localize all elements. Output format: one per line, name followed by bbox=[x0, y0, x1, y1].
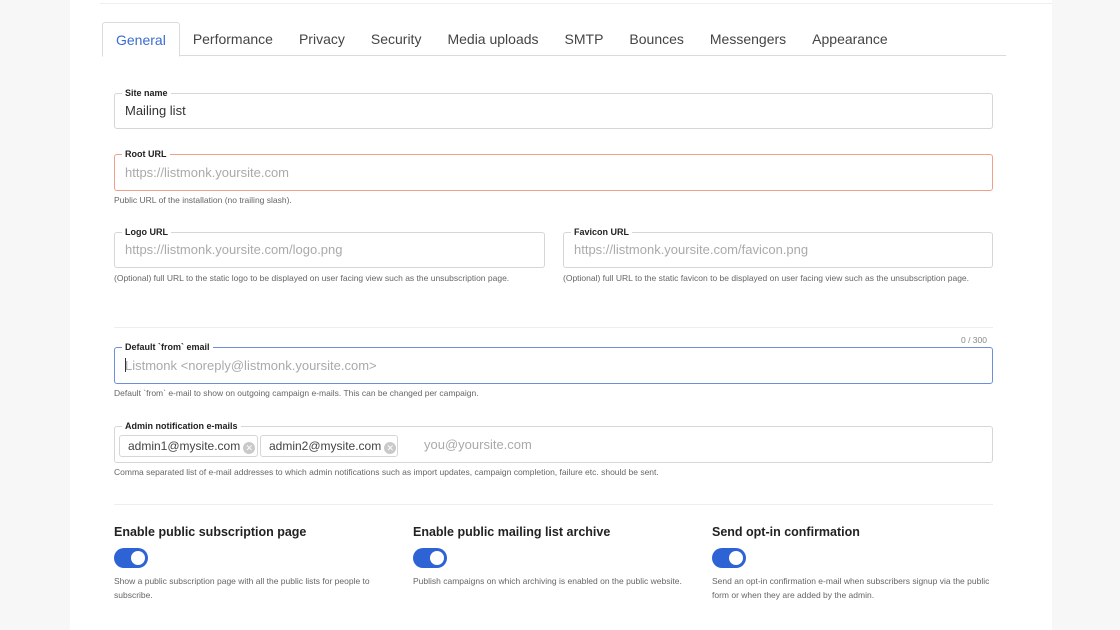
root-url-field[interactable]: Root URL https://listmonk.yoursite.com bbox=[114, 147, 993, 191]
favicon-url-placeholder: https://listmonk.yoursite.com/favicon.pn… bbox=[574, 242, 809, 257]
logo-url-placeholder: https://listmonk.yoursite.com/logo.png bbox=[125, 242, 343, 257]
tab-privacy[interactable]: Privacy bbox=[286, 22, 358, 56]
section-divider bbox=[114, 327, 993, 328]
logo-url-field[interactable]: Logo URL https://listmonk.yoursite.com/l… bbox=[114, 225, 545, 268]
public-subscription-title: Enable public subscription page bbox=[114, 525, 307, 539]
root-url-help: Public URL of the installation (no trail… bbox=[114, 195, 292, 205]
optin-confirmation-help: Send an opt-in confirmation e-mail when … bbox=[712, 576, 990, 600]
tab-messengers[interactable]: Messengers bbox=[697, 22, 799, 56]
tab-performance[interactable]: Performance bbox=[180, 22, 286, 56]
public-archive-toggle[interactable] bbox=[413, 548, 447, 568]
tab-smtp[interactable]: SMTP bbox=[552, 22, 617, 56]
admin-emails-label: Admin notification e-mails bbox=[122, 419, 241, 433]
text-caret bbox=[125, 358, 126, 372]
top-divider bbox=[100, 3, 1052, 4]
section-divider bbox=[114, 504, 993, 505]
from-email-counter: 0 / 300 bbox=[961, 335, 987, 345]
root-url-placeholder: https://listmonk.yoursite.com bbox=[125, 165, 289, 180]
optin-confirmation-toggle[interactable] bbox=[712, 548, 746, 568]
public-subscription-toggle[interactable] bbox=[114, 548, 148, 568]
admin-emails-help: Comma separated list of e-mail addresses… bbox=[114, 467, 659, 477]
admin-emails-field[interactable]: Admin notification e-mails admin1@mysite… bbox=[114, 419, 993, 463]
tab-general[interactable]: General bbox=[102, 22, 180, 57]
logo-url-help: (Optional) full URL to the static logo t… bbox=[114, 273, 510, 283]
email-tag: admin2@mysite.com ✕ bbox=[260, 435, 398, 457]
favicon-url-help: (Optional) full URL to the static favico… bbox=[563, 273, 970, 283]
tab-security[interactable]: Security bbox=[358, 22, 435, 56]
tab-appearance[interactable]: Appearance bbox=[799, 22, 901, 56]
settings-tabs: General Performance Privacy Security Med… bbox=[102, 22, 1006, 57]
admin-emails-placeholder: you@yoursite.com bbox=[424, 437, 532, 452]
favicon-url-field[interactable]: Favicon URL https://listmonk.yoursite.co… bbox=[563, 225, 993, 268]
site-name-field[interactable]: Site name Mailing list bbox=[114, 86, 993, 129]
remove-tag-icon[interactable]: ✕ bbox=[384, 442, 397, 454]
email-tag-label: admin2@mysite.com bbox=[269, 439, 382, 453]
email-tag-label: admin1@mysite.com bbox=[128, 439, 241, 453]
from-email-placeholder: Listmonk <noreply@listmonk.yoursite.com> bbox=[125, 358, 377, 373]
tab-media-uploads[interactable]: Media uploads bbox=[434, 22, 551, 56]
tab-bounces[interactable]: Bounces bbox=[616, 22, 696, 56]
from-email-help: Default `from` e-mail to show on outgoin… bbox=[114, 388, 479, 398]
optin-confirmation-title: Send opt-in confirmation bbox=[712, 525, 860, 539]
public-archive-title: Enable public mailing list archive bbox=[413, 525, 611, 539]
site-name-value: Mailing list bbox=[125, 103, 186, 118]
remove-tag-icon[interactable]: ✕ bbox=[243, 442, 256, 454]
from-email-field[interactable]: Default `from` email Listmonk <noreply@l… bbox=[114, 340, 993, 384]
email-tag: admin1@mysite.com ✕ bbox=[119, 435, 258, 457]
public-subscription-help: Show a public subscription page with all… bbox=[114, 576, 370, 600]
public-archive-help: Publish campaigns on which archiving is … bbox=[413, 576, 682, 586]
